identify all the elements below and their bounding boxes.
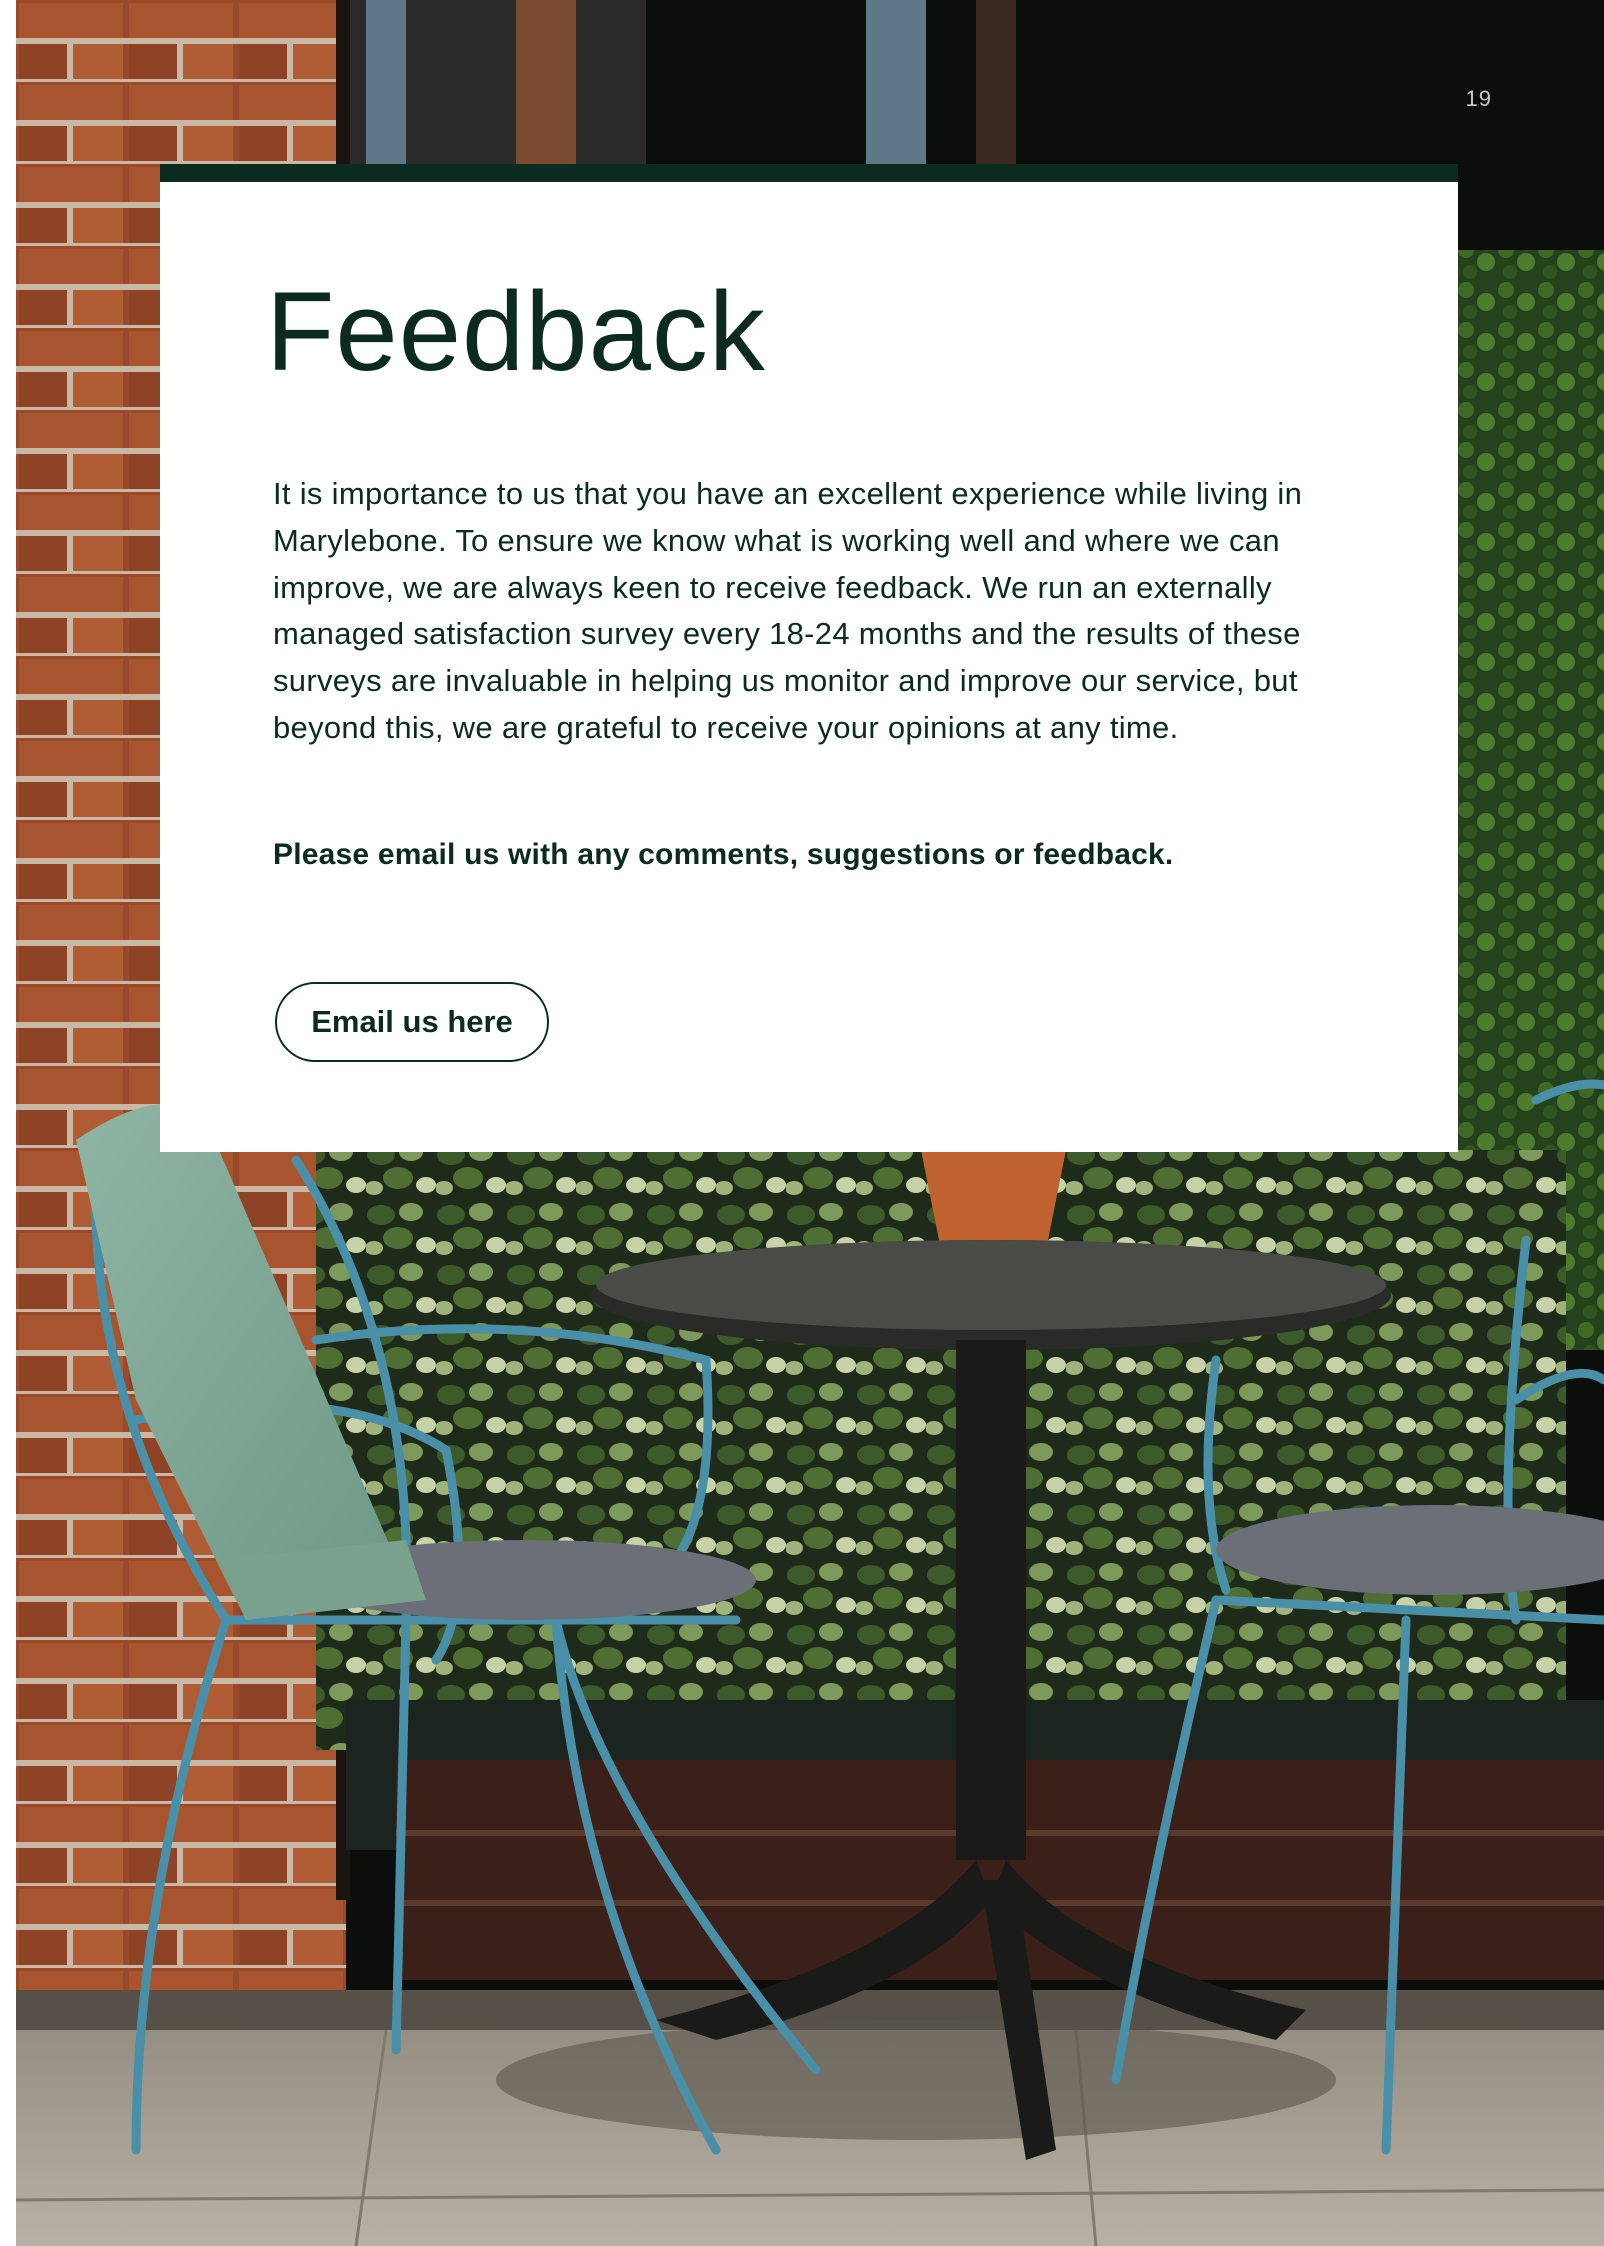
card-accent-bar [160,164,1458,182]
brochure-page: 19 Feedback It is importance to us that … [0,0,1604,2246]
email-us-button[interactable]: Email us here [275,982,549,1062]
page-number: 19 [1465,86,1492,111]
page-title: Feedback [266,269,766,394]
email-prompt-text: Please email us with any comments, sugge… [273,838,1174,871]
feedback-card: Feedback It is importance to us that you… [160,164,1458,1152]
feedback-body-text: It is importance to us that you have an … [273,476,1303,745]
